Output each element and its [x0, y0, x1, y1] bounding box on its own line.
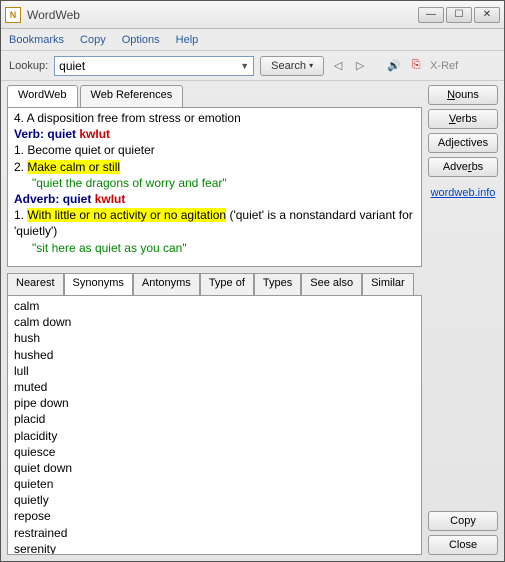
toolbar: Lookup: quiet ▼ Search ▾ ◁ ▷ 🔊 ⎘ X-Ref: [1, 51, 504, 81]
tab-synonyms[interactable]: Synonyms: [64, 273, 133, 295]
dropdown-icon[interactable]: ▼: [240, 61, 249, 71]
close-window-button[interactable]: ✕: [474, 7, 500, 23]
list-item[interactable]: lull: [14, 363, 415, 379]
list-item[interactable]: quiesce: [14, 444, 415, 460]
list-item[interactable]: calm down: [14, 314, 415, 330]
lookup-value: quiet: [59, 59, 85, 73]
definition-panel[interactable]: 4. A disposition free from stress or emo…: [7, 107, 422, 267]
verbs-button[interactable]: Verbs: [428, 109, 498, 129]
left-column: WordWeb Web References 4. A disposition …: [7, 85, 422, 555]
titlebar: N WordWeb — ☐ ✕: [1, 1, 504, 29]
def-adverb-header: Adverb: quiet kwIut: [14, 191, 415, 207]
list-item[interactable]: restrained: [14, 525, 415, 541]
chevron-down-icon: ▾: [309, 61, 313, 70]
synonym-list[interactable]: calmcalm downhushhushedlullmutedpipe dow…: [7, 295, 422, 555]
def-verb-2-example: "quiet the dragons of worry and fear": [32, 175, 415, 191]
back-icon[interactable]: ◁: [330, 58, 346, 74]
forward-icon[interactable]: ▷: [352, 58, 368, 74]
xref-button[interactable]: X-Ref: [430, 60, 458, 72]
menu-bookmarks[interactable]: Bookmarks: [9, 34, 64, 46]
app-title: WordWeb: [27, 8, 418, 22]
list-item[interactable]: placidity: [14, 428, 415, 444]
app-icon: N: [5, 7, 21, 23]
adjectives-button[interactable]: Adjectives: [428, 133, 498, 153]
content-area: WordWeb Web References 4. A disposition …: [1, 81, 504, 561]
list-item[interactable]: quietly: [14, 492, 415, 508]
list-item[interactable]: quiet down: [14, 460, 415, 476]
minimize-button[interactable]: —: [418, 7, 444, 23]
speaker-icon[interactable]: 🔊: [386, 58, 402, 74]
tab-typeof[interactable]: Type of: [200, 273, 254, 295]
lookup-input[interactable]: quiet ▼: [54, 56, 254, 76]
search-button[interactable]: Search ▾: [260, 56, 324, 76]
list-item[interactable]: quieten: [14, 476, 415, 492]
def-verb-header: Verb: quiet kwIut: [14, 126, 415, 142]
sidebar-spacer: [428, 203, 498, 507]
tab-webreferences[interactable]: Web References: [80, 85, 184, 107]
tab-seealso[interactable]: See also: [301, 273, 362, 295]
exit-icon[interactable]: ⎘: [408, 58, 424, 74]
list-item[interactable]: muted: [14, 379, 415, 395]
window-controls: — ☐ ✕: [418, 7, 500, 23]
tab-wordweb[interactable]: WordWeb: [7, 85, 78, 107]
list-item[interactable]: hushed: [14, 347, 415, 363]
def-adverb-1: 1. With little or no activity or no agit…: [14, 207, 415, 239]
copy-button[interactable]: Copy: [428, 511, 498, 531]
wordweb-link[interactable]: wordweb.info: [428, 187, 498, 199]
menu-help[interactable]: Help: [176, 34, 199, 46]
relation-tabs: Nearest Synonyms Antonyms Type of Types …: [7, 273, 422, 295]
nouns-button[interactable]: Nouns: [428, 85, 498, 105]
main-tabs: WordWeb Web References: [7, 85, 422, 107]
maximize-button[interactable]: ☐: [446, 7, 472, 23]
def-adverb-1-example: "sit here as quiet as you can": [32, 240, 415, 256]
menu-copy[interactable]: Copy: [80, 34, 106, 46]
lookup-label: Lookup:: [9, 60, 48, 72]
tab-nearest[interactable]: Nearest: [7, 273, 64, 295]
def-verb-1: 1. Become quiet or quieter: [14, 142, 415, 158]
app-window: N WordWeb — ☐ ✕ Bookmarks Copy Options H…: [0, 0, 505, 562]
menu-options[interactable]: Options: [122, 34, 160, 46]
right-sidebar: Nouns Verbs Adjectives Adverbs wordweb.i…: [428, 85, 498, 555]
list-item[interactable]: repose: [14, 508, 415, 524]
list-item[interactable]: hush: [14, 330, 415, 346]
tab-antonyms[interactable]: Antonyms: [133, 273, 200, 295]
list-item[interactable]: serenity: [14, 541, 415, 555]
def-noun-4: 4. A disposition free from stress or emo…: [14, 110, 415, 126]
list-item[interactable]: placid: [14, 411, 415, 427]
menu-bar: Bookmarks Copy Options Help: [1, 29, 504, 51]
tab-types[interactable]: Types: [254, 273, 301, 295]
list-item[interactable]: calm: [14, 298, 415, 314]
list-item[interactable]: pipe down: [14, 395, 415, 411]
tab-similar[interactable]: Similar: [362, 273, 414, 295]
adverbs-button[interactable]: Adverbs: [428, 157, 498, 177]
close-button[interactable]: Close: [428, 535, 498, 555]
def-verb-2: 2. Make calm or still: [14, 159, 415, 175]
